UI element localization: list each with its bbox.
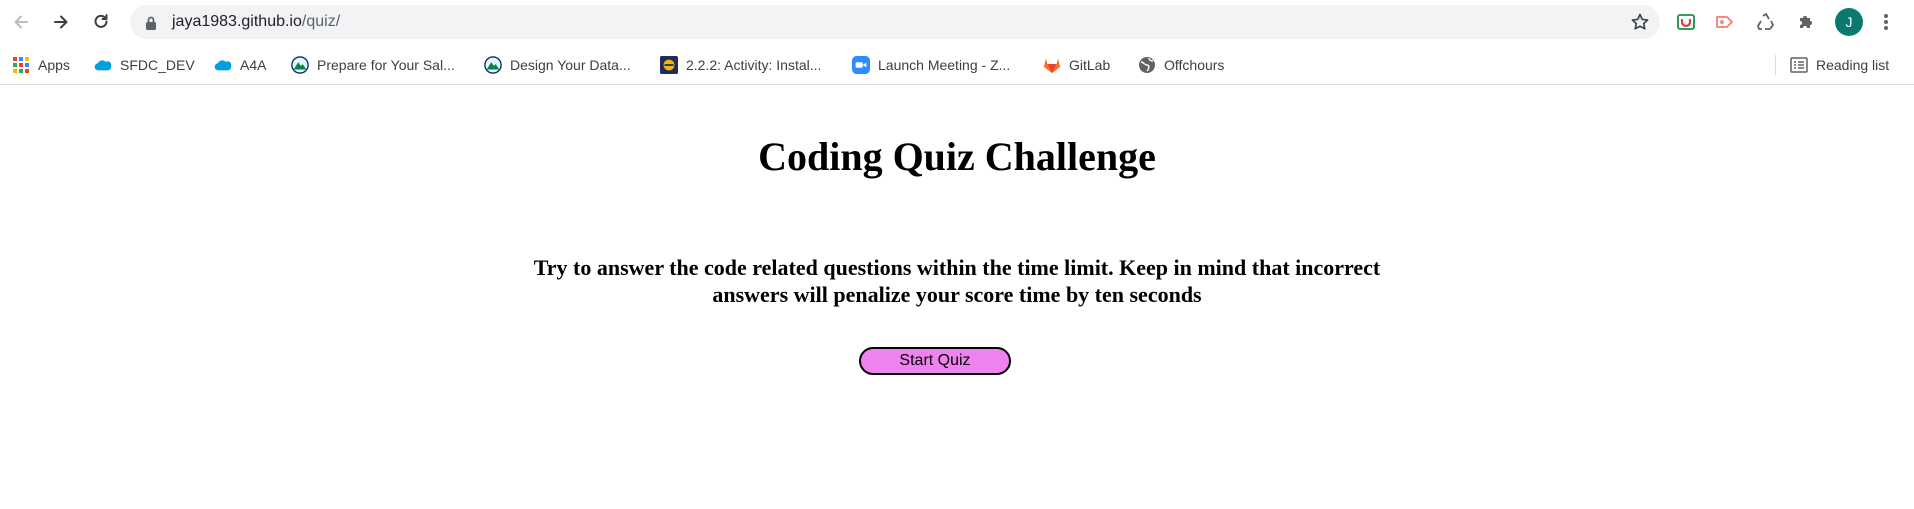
salesforce-cloud-icon	[214, 56, 232, 74]
apps-grid-icon	[12, 56, 30, 74]
bookmark-design-your-data[interactable]: Design Your Data...	[484, 52, 631, 78]
browser-toolbar: jaya1983.github.io/quiz/ J	[0, 0, 1914, 46]
url-text: jaya1983.github.io/quiz/	[172, 13, 340, 31]
back-button[interactable]	[8, 9, 34, 35]
reload-icon	[94, 14, 108, 28]
bookmark-offchours[interactable]: Offchours	[1138, 52, 1224, 78]
bookmark-a4a[interactable]: A4A	[214, 52, 266, 78]
start-quiz-button[interactable]: Start Quiz	[859, 347, 1011, 375]
reading-list-icon	[1790, 56, 1808, 74]
bookmark-sfdc-dev[interactable]: SFDC_DEV	[94, 52, 195, 78]
bookmarks-divider	[1775, 55, 1776, 75]
bookmark-label: SFDC_DEV	[120, 57, 195, 73]
globe-icon	[1138, 56, 1156, 74]
bookmark-label: Design Your Data...	[510, 57, 631, 73]
forward-arrow-icon	[54, 15, 68, 29]
bookmark-label: Launch Meeting - Z...	[878, 57, 1011, 73]
profile-avatar[interactable]: J	[1835, 8, 1863, 36]
bookmark-activity-instal[interactable]: 2.2.2: Activity: Instal...	[660, 52, 821, 78]
lock-icon	[146, 16, 156, 30]
bookmark-label: Offchours	[1164, 57, 1225, 73]
quiz-instructions: Try to answer the code related questions…	[533, 255, 1381, 307]
salesforce-cloud-icon	[94, 56, 112, 74]
extensions-puzzle-icon[interactable]	[1793, 9, 1819, 35]
pocket-extension-icon[interactable]	[1673, 9, 1699, 35]
bookmark-gitlab[interactable]: GitLab	[1043, 52, 1110, 78]
zoom-icon	[852, 56, 870, 74]
bookmark-label: GitLab	[1069, 57, 1111, 73]
bookmark-apps[interactable]: Apps	[12, 52, 70, 78]
kebab-menu-icon[interactable]	[1880, 10, 1892, 34]
screen-recorder-extension-icon[interactable]	[1713, 9, 1739, 35]
bookmark-launch-meeting[interactable]: Launch Meeting - Z...	[852, 52, 1010, 78]
bookmark-label: Apps	[38, 57, 70, 73]
trailhead-icon	[291, 56, 309, 74]
reading-list-button[interactable]: Reading list	[1790, 52, 1889, 78]
bookmark-label: Prepare for Your Sal...	[317, 57, 455, 73]
bookmarks-bar: Apps SFDC_DEV A4A Prepare for Your Sal..…	[0, 46, 1914, 85]
address-bar[interactable]: jaya1983.github.io/quiz/	[130, 5, 1660, 39]
trailhead-icon	[484, 56, 502, 74]
recycle-extension-icon[interactable]	[1753, 9, 1779, 35]
page-title: Coding Quiz Challenge	[758, 134, 1156, 179]
forward-button[interactable]	[48, 9, 74, 35]
bookmark-prepare-for-your-sal[interactable]: Prepare for Your Sal...	[291, 52, 455, 78]
bookmark-label: 2.2.2: Activity: Instal...	[686, 57, 822, 73]
url-host: jaya1983.github.io	[172, 13, 302, 30]
course-badge-icon	[660, 56, 678, 74]
back-arrow-icon	[14, 15, 28, 29]
bookmark-label: A4A	[240, 57, 267, 73]
gitlab-icon	[1043, 56, 1061, 74]
reading-list-label: Reading list	[1816, 57, 1890, 73]
reload-button[interactable]	[88, 9, 114, 35]
star-icon[interactable]	[1630, 12, 1650, 32]
url-path: /quiz/	[301, 13, 341, 30]
